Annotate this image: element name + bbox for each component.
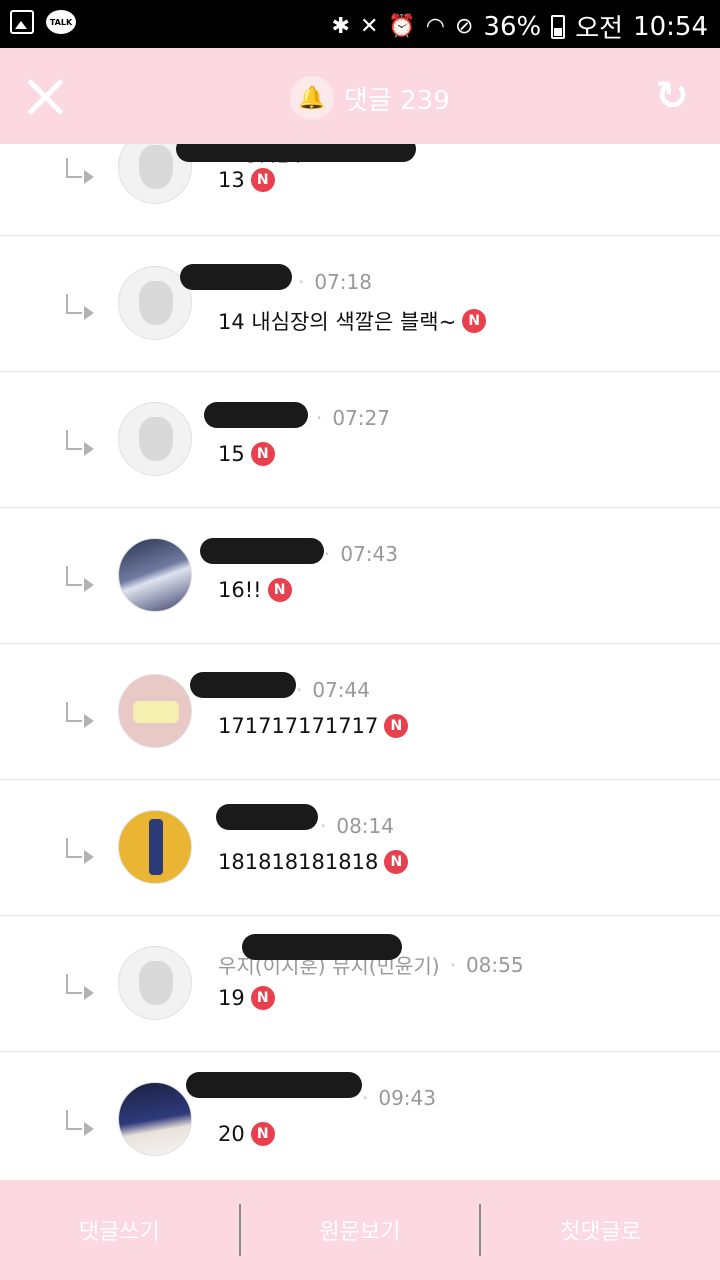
new-badge: N [250,1122,275,1146]
wifi-icon: ◠ [425,14,445,39]
comment-body: 13 N [218,168,275,192]
redaction-mark [176,144,416,162]
comment-row: · 07:18 14 내심장의 색깔은 블랙~ N [0,236,720,372]
meta-separator: · [449,952,456,977]
do-not-disturb-icon: ⊘ [454,14,474,39]
comment-time: 08:55 [465,952,524,977]
refresh-button[interactable]: ↻ [650,74,694,118]
comment-body: 181818181818 N [218,850,409,874]
redaction-mark [200,538,324,564]
comment-row: · 07:27 15 N [0,372,720,508]
clock-ampm: 오전 [575,14,624,44]
redaction-mark [186,1072,362,1098]
comment-body: 15 N [218,442,275,466]
avatar[interactable] [118,402,192,476]
comments-header: 🔔 댓글 239 ↻ [0,48,720,144]
comment-time: 07:44 [312,678,370,702]
clock-time: 10:54 [633,11,708,42]
header-title-group[interactable]: 🔔 댓글 239 [290,76,450,120]
comment-body: 14 내심장의 색깔은 블랙~ N [218,306,487,336]
reply-arrow-icon [66,566,96,592]
redaction-mark [216,804,318,830]
comment-body: 20 N [218,1122,275,1146]
new-badge: N [267,578,292,602]
comment-time: 07:27 [332,406,390,430]
view-original-button[interactable]: 원문보기 [241,1180,480,1280]
bottom-action-bar: 댓글쓰기 원문보기 첫댓글로 [0,1180,720,1280]
battery-icon [551,14,566,39]
kakaotalk-icon: TALK [46,10,76,34]
comment-text: 13 [218,168,245,192]
comment-row: · 08:14 181818181818 N [0,780,720,916]
new-badge: N [250,986,275,1010]
comment-text: 19 [218,986,245,1010]
comment-body: 171717171717 N [218,714,409,738]
meta-separator: · [296,678,303,702]
avatar[interactable] [118,674,192,748]
reply-arrow-icon [66,1110,96,1136]
new-badge: N [384,714,409,738]
status-right: ✱ ✕ ⏰ ◠ ⊘ 36% 오전 10:54 [332,8,709,45]
battery-percent: 36% [483,11,542,42]
comment-text: 171717171717 [218,714,379,738]
new-badge: N [250,168,275,192]
gallery-icon [10,10,34,34]
comment-time: 09:43 [378,1086,436,1110]
comment-row: 우지(이지훈) 뮤지(민윤기) · 08:55 19 N [0,916,720,1052]
new-badge: N [384,850,409,874]
redaction-mark [180,264,292,290]
comment-time: 07:43 [340,542,398,566]
status-bar: TALK ✱ ✕ ⏰ ◠ ⊘ 36% 오전 10:54 [0,0,720,48]
comment-text: 16!! [218,578,262,602]
comment-body: 16!! N [218,578,292,602]
comment-text: 15 [218,442,245,466]
reply-arrow-icon [66,430,96,456]
alarm-icon: ⏰ [388,14,416,39]
reply-arrow-icon [66,702,96,728]
mute-icon: ✕ [359,14,379,39]
comment-body: 19 N [218,986,275,1010]
comment-text: 181818181818 [218,850,379,874]
comment-row: · 07:44 171717171717 N [0,644,720,780]
avatar[interactable] [118,946,192,1020]
avatar[interactable] [118,1082,192,1156]
reply-arrow-icon [66,974,96,1000]
comment-time: 07:18 [314,270,372,294]
reply-arrow-icon [66,838,96,864]
comment-text: 20 [218,1122,245,1146]
comment-row: · 07:43 16!! N [0,508,720,644]
status-left: TALK [10,10,76,34]
reply-arrow-icon [66,294,96,320]
redaction-mark [204,402,308,428]
new-badge: N [462,309,487,333]
comment-row: · 09:43 20 N [0,1052,720,1180]
comment-list[interactable]: · 07:14 13 N · 07:18 14 내심장의 색깔은 블랙~ N · [0,144,720,1180]
bluetooth-icon: ✱ [331,14,350,39]
reply-arrow-icon [66,158,96,184]
redaction-mark [242,934,402,960]
avatar[interactable] [118,810,192,884]
page-title: 댓글 239 [344,85,450,116]
comment-time: 08:14 [336,814,394,838]
close-button[interactable] [24,76,66,118]
meta-separator: · [316,406,323,430]
meta-separator: · [298,270,305,294]
meta-separator: · [320,814,327,838]
new-badge: N [250,442,275,466]
bell-icon[interactable]: 🔔 [290,76,334,120]
first-comment-button[interactable]: 첫댓글로 [481,1180,720,1280]
redaction-mark [190,672,296,698]
avatar[interactable] [118,538,192,612]
meta-separator: · [324,542,331,566]
comment-row: · 07:14 13 N [0,144,720,236]
write-comment-button[interactable]: 댓글쓰기 [0,1180,239,1280]
meta-separator: · [362,1086,369,1110]
comment-text: 14 내심장의 색깔은 블랙~ [218,310,457,334]
